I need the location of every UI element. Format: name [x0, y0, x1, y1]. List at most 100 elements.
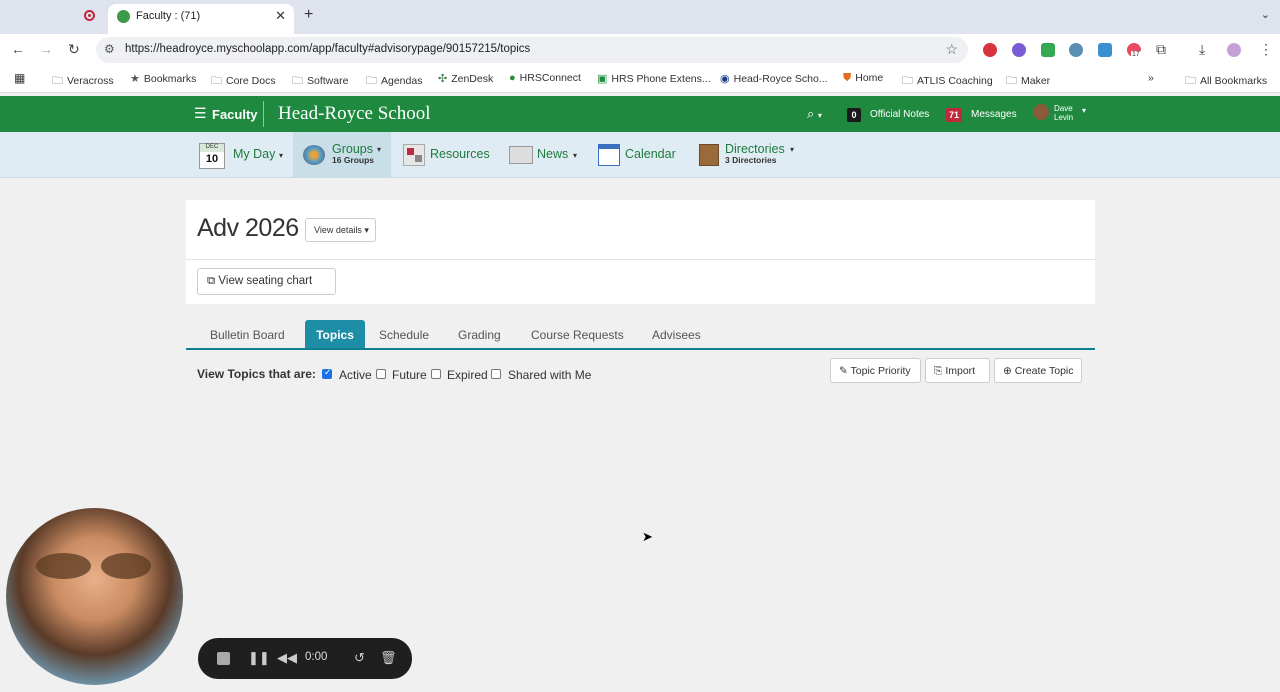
- menu-icon[interactable]: ⋮: [1259, 41, 1273, 58]
- nav-directories[interactable]: Directories: [725, 142, 785, 156]
- shared-checkbox[interactable]: [491, 369, 501, 379]
- calendar-icon[interactable]: [598, 144, 620, 166]
- star-icon: ★: [130, 73, 140, 85]
- puzzle-icon[interactable]: ⧉: [1156, 41, 1166, 58]
- search-icon[interactable]: ⌕ ▾: [807, 106, 822, 122]
- hamburger-icon[interactable]: ☰: [194, 105, 207, 122]
- folder-icon: 🗀: [1185, 75, 1196, 87]
- zendesk-icon: ✣: [438, 73, 448, 85]
- news-icon[interactable]: [509, 146, 533, 164]
- school-logo[interactable]: Head-Royce School: [278, 103, 430, 125]
- shared-label: Shared with Me: [508, 368, 592, 382]
- shield-icon: ⛊: [843, 72, 852, 84]
- active-checkbox[interactable]: [322, 367, 332, 379]
- bookmark-head-royce[interactable]: ◉ Head-Royce Scho...: [720, 72, 828, 85]
- forward-icon[interactable]: →: [39, 41, 53, 57]
- bookmark-zendesk[interactable]: ✣ ZenDesk: [438, 72, 493, 85]
- pencil-icon: ✎: [839, 365, 848, 377]
- create-topic-button[interactable]: ⊕ Create Topic: [994, 358, 1082, 383]
- recording-controls: ❚❚ ◀◀ 0:00 ↺ 🗑: [198, 638, 412, 679]
- bookmark-hrsconnect[interactable]: ● HRSConnect: [509, 72, 581, 84]
- sheets-icon: ▣: [597, 73, 608, 85]
- bookmark-core-docs[interactable]: 🗀 Core Docs: [211, 72, 276, 91]
- avatar[interactable]: [1033, 104, 1049, 120]
- download-icon[interactable]: ⤓: [1199, 41, 1205, 58]
- nav-news[interactable]: News: [537, 147, 568, 161]
- more-bookmarks-icon[interactable]: »: [1148, 72, 1154, 84]
- adblock-extension-icon[interactable]: [983, 43, 997, 57]
- pause-icon[interactable]: ❚❚: [248, 650, 270, 666]
- app-header: ☰ Faculty Head-Royce School ⌕ ▾ 0 Offici…: [0, 96, 1280, 132]
- nav-resources[interactable]: Resources: [430, 147, 490, 161]
- directories-icon[interactable]: [699, 144, 719, 166]
- new-tab-icon[interactable]: +: [304, 6, 313, 24]
- caret-icon[interactable]: ▾: [573, 151, 577, 160]
- stop-icon[interactable]: [217, 652, 230, 665]
- webcam-overlay: [6, 508, 183, 685]
- caret-icon[interactable]: ▾: [279, 151, 283, 160]
- user-name[interactable]: Dave Levin: [1054, 104, 1073, 122]
- future-checkbox[interactable]: [376, 369, 386, 379]
- nav-groups[interactable]: Groups ▾ 16 Groups: [293, 132, 391, 178]
- caret-icon[interactable]: ▾: [790, 145, 794, 154]
- expired-checkbox[interactable]: [431, 369, 441, 379]
- tab-grading[interactable]: Grading: [458, 320, 501, 348]
- bookmark-atlis[interactable]: 🗀 ATLIS Coaching: [902, 72, 993, 91]
- groups-icon: [303, 145, 325, 165]
- screen-extension-icon[interactable]: [1098, 43, 1112, 57]
- extension-badge: 17: [1131, 51, 1141, 58]
- resources-icon[interactable]: [403, 144, 425, 166]
- bookmark-home[interactable]: ⛊ Home: [843, 72, 883, 85]
- chevron-down-icon[interactable]: ⌄: [1261, 8, 1270, 21]
- portal-name[interactable]: Faculty: [212, 107, 258, 122]
- bookmark-veracross[interactable]: 🗀 Veracross: [52, 72, 114, 91]
- tab-schedule[interactable]: Schedule: [379, 320, 429, 348]
- view-details-button[interactable]: View details ▾: [305, 218, 376, 242]
- tab-advisees[interactable]: Advisees: [652, 320, 701, 348]
- trash-icon[interactable]: 🗑: [380, 650, 397, 666]
- hrsconnect-icon: ●: [509, 72, 516, 84]
- folder-icon: 🗀: [1006, 75, 1017, 87]
- tab-bulletin-board[interactable]: Bulletin Board: [210, 320, 285, 348]
- address-bar[interactable]: ⚙ https://headroyce.myschoolapp.com/app/…: [96, 37, 968, 63]
- official-notes-badge[interactable]: 0: [847, 108, 861, 122]
- profile-avatar[interactable]: [1227, 43, 1241, 57]
- bookmark-star-icon[interactable]: ☆: [945, 41, 958, 58]
- apps-grid-icon[interactable]: ▦: [14, 71, 25, 85]
- topic-priority-button[interactable]: ✎ Topic Priority: [830, 358, 921, 383]
- reload-icon[interactable]: ↻: [68, 41, 80, 58]
- nav-calendar[interactable]: Calendar: [625, 147, 676, 161]
- view-seating-chart-button[interactable]: ⧉ View seating chart: [197, 268, 336, 295]
- all-bookmarks[interactable]: 🗀 All Bookmarks: [1185, 72, 1267, 91]
- caret-icon: ▾: [364, 225, 369, 235]
- bookmark-agendas[interactable]: 🗀 Agendas: [366, 72, 422, 91]
- filter-label: View Topics that are:: [197, 367, 316, 381]
- bookmark-maker[interactable]: 🗀 Maker: [1006, 72, 1050, 91]
- nav-my-day[interactable]: My Day: [233, 147, 275, 161]
- restart-icon[interactable]: ↺: [354, 650, 365, 666]
- browser-tab-active[interactable]: Faculty : (71) ✕: [108, 4, 294, 34]
- caret-icon: ▾: [377, 145, 382, 154]
- sheets-extension-icon[interactable]: [1041, 43, 1055, 57]
- site-settings-icon[interactable]: ⚙: [104, 42, 115, 56]
- bookmark-bookmarks[interactable]: ★ Bookmarks: [130, 72, 196, 85]
- active-label: Active: [339, 368, 372, 382]
- rewind-icon[interactable]: ◀◀: [277, 650, 297, 666]
- official-notes-link[interactable]: Official Notes: [870, 109, 929, 120]
- caret-icon[interactable]: ▾: [1082, 106, 1086, 115]
- recording-time: 0:00: [305, 651, 328, 663]
- messages-badge[interactable]: 71: [946, 108, 963, 122]
- bookmark-software[interactable]: 🗀 Software: [292, 72, 348, 91]
- expired-label: Expired: [447, 368, 488, 382]
- future-label: Future: [392, 368, 427, 382]
- ai-extension-icon[interactable]: [1012, 43, 1026, 57]
- messages-link[interactable]: Messages: [971, 109, 1017, 120]
- tab-course-requests[interactable]: Course Requests: [531, 320, 624, 348]
- back-icon[interactable]: ←: [11, 41, 25, 57]
- extension-icon[interactable]: [1069, 43, 1083, 57]
- tab-topics[interactable]: Topics: [305, 320, 365, 348]
- calendar-date-icon[interactable]: DEC 10: [199, 143, 225, 169]
- import-button[interactable]: ⎘ Import: [925, 358, 990, 383]
- close-icon[interactable]: ✕: [275, 8, 286, 24]
- bookmark-hrs-phone[interactable]: ▣ HRS Phone Extens...: [597, 72, 711, 85]
